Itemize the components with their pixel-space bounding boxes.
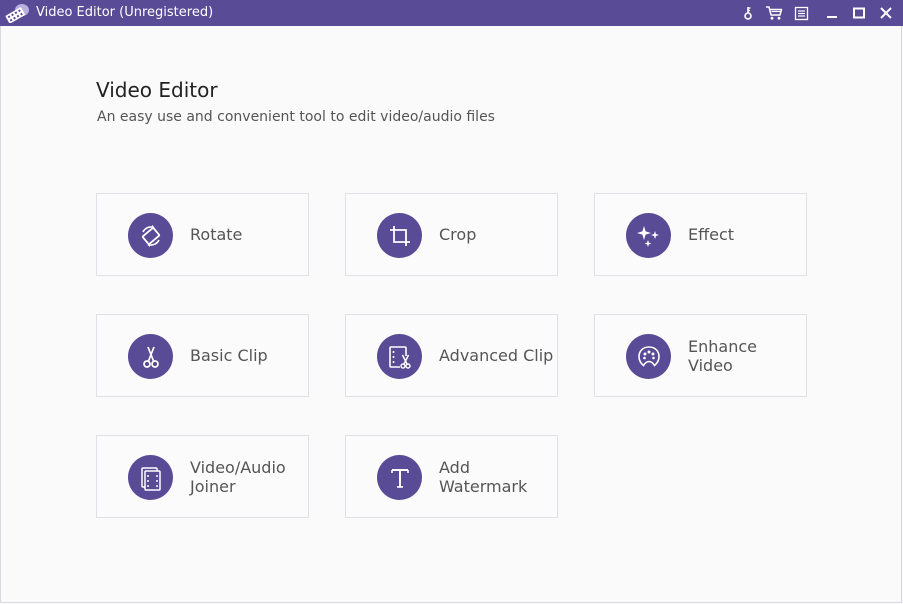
add-watermark-tool-card[interactable]: Add Watermark — [345, 435, 558, 518]
tool-label: Basic Clip — [190, 346, 268, 365]
video-audio-joiner-tool-card[interactable]: Video/Audio Joiner — [96, 435, 309, 518]
tool-label: Rotate — [190, 225, 243, 244]
window-title: Video Editor (Unregistered) — [36, 5, 214, 20]
effect-tool-card[interactable]: Effect — [594, 193, 807, 276]
rotate-icon-badge — [128, 213, 173, 258]
watermark-icon-badge — [377, 455, 422, 500]
advanced-clip-icon — [388, 345, 412, 369]
palette-icon — [637, 345, 660, 367]
effect-icon-badge — [626, 213, 671, 258]
close-button[interactable] — [876, 3, 896, 23]
effect-icon — [636, 225, 659, 247]
page-title: Video Editor — [96, 78, 218, 102]
cart-icon — [766, 6, 783, 20]
advanced-clip-icon-badge — [377, 334, 422, 379]
enhance-video-icon-badge — [626, 334, 671, 379]
text-icon — [390, 468, 409, 488]
basic-clip-icon-badge — [128, 334, 173, 379]
minimize-button[interactable] — [822, 3, 842, 23]
maximize-button[interactable] — [849, 3, 869, 23]
app-logo-icon — [5, 4, 29, 23]
key-icon — [744, 7, 752, 20]
purchase-button[interactable] — [764, 3, 784, 23]
tool-label: Effect — [688, 225, 735, 244]
rotate-icon — [141, 224, 160, 247]
title-bar: Video Editor (Unregistered) — [0, 0, 903, 26]
joiner-icon — [140, 466, 161, 491]
tool-label: Crop — [439, 225, 477, 244]
crop-icon — [389, 225, 410, 246]
scissors-icon — [142, 346, 159, 368]
menu-icon — [794, 6, 808, 20]
register-key-button[interactable] — [738, 3, 758, 23]
tool-label: Advanced Clip — [439, 346, 554, 365]
advanced-clip-tool-card[interactable]: Advanced Clip — [345, 314, 558, 397]
menu-button[interactable] — [791, 3, 811, 23]
crop-icon-badge — [377, 213, 422, 258]
page-subtitle: An easy use and convenient tool to edit … — [97, 109, 495, 125]
tool-label: Enhance Video — [688, 336, 757, 375]
joiner-icon-badge — [128, 455, 173, 500]
minimize-icon — [827, 16, 837, 18]
tool-label: Video/Audio Joiner — [190, 457, 286, 496]
basic-clip-tool-card[interactable]: Basic Clip — [96, 314, 309, 397]
close-icon — [880, 7, 892, 19]
enhance-video-tool-card[interactable]: Enhance Video — [594, 314, 807, 397]
maximize-icon — [853, 7, 865, 19]
rotate-tool-card[interactable]: Rotate — [96, 193, 309, 276]
tool-label: Add Watermark — [439, 457, 528, 496]
crop-tool-card[interactable]: Crop — [345, 193, 558, 276]
